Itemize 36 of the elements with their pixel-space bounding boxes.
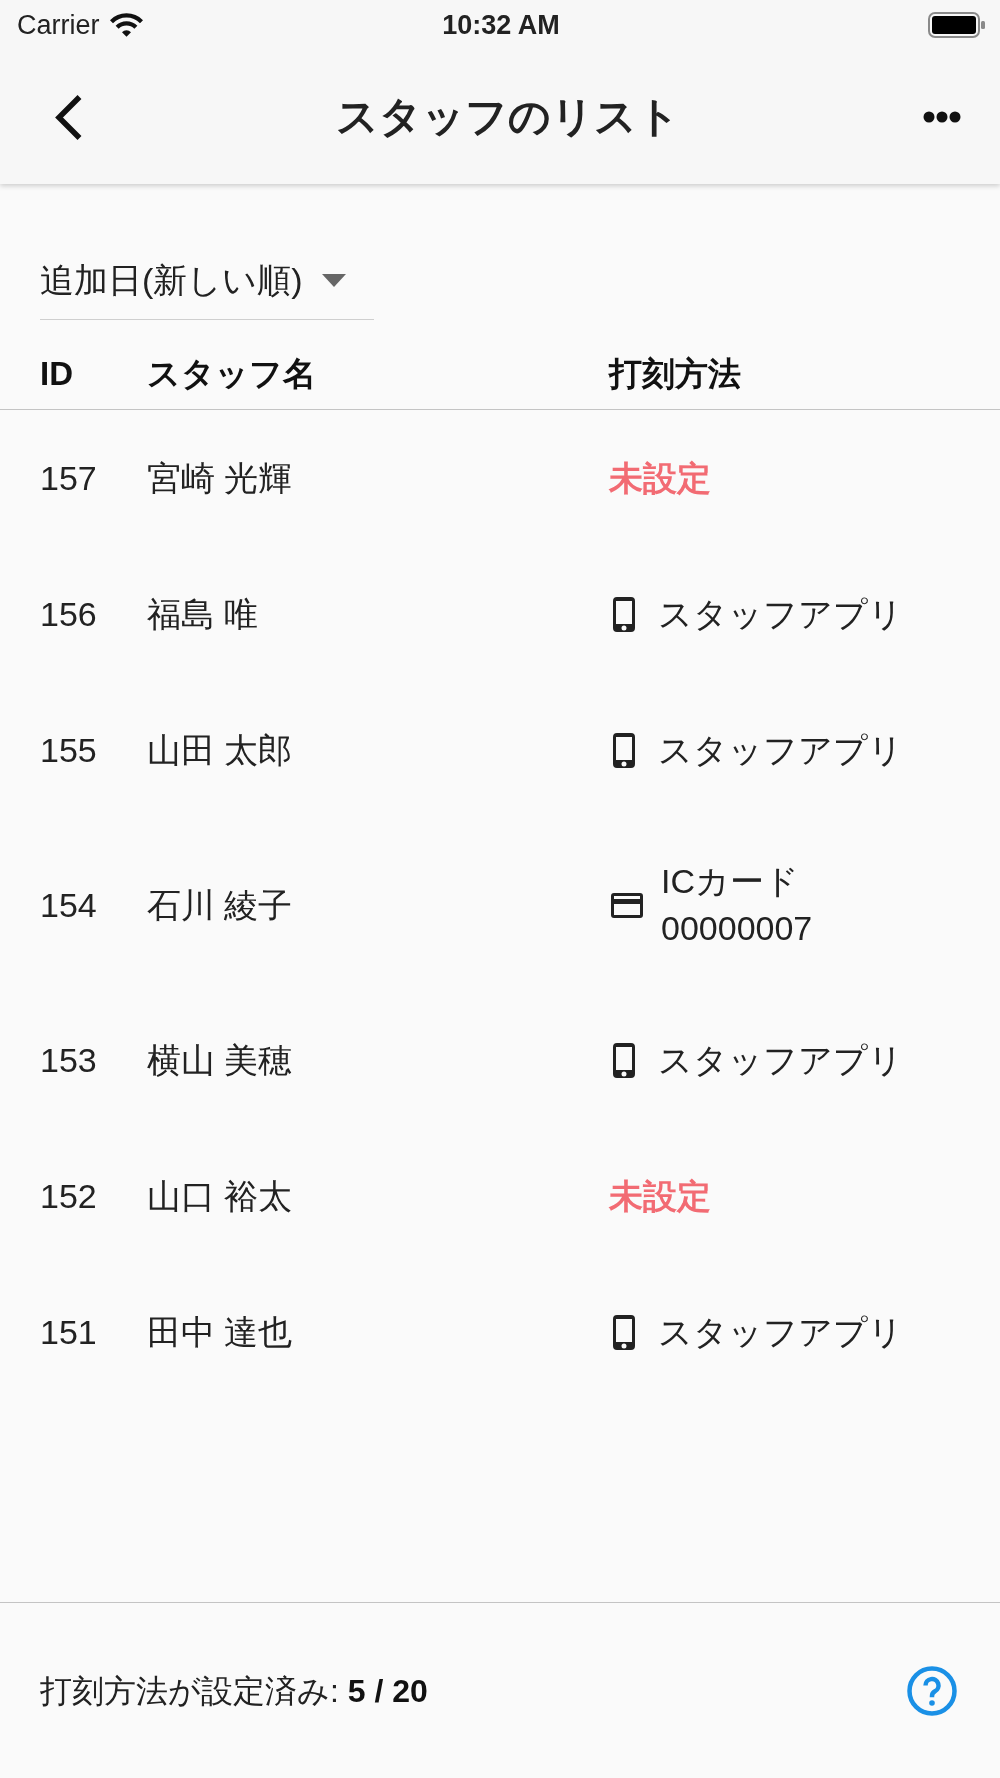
column-header: ID xyxy=(40,354,73,394)
wifi-icon xyxy=(108,12,144,38)
method-label: スタッフアプリ xyxy=(658,1312,903,1353)
status-time: 10:32 AM xyxy=(442,9,560,41)
staff-name: 宮崎 光輝 xyxy=(147,458,293,499)
summary-text: 打刻方法が設定済み: 5 / 20 xyxy=(40,1671,428,1711)
back-icon[interactable] xyxy=(54,93,83,141)
carrier-name: Carrier xyxy=(17,9,100,41)
staff-id: 155 xyxy=(40,730,97,771)
sort-dropdown[interactable]: 追加日(新しい順) xyxy=(40,260,374,320)
unset-status: 未設定 xyxy=(609,458,711,499)
staff-id: 153 xyxy=(40,1040,97,1081)
card-number: 00000007 xyxy=(661,908,813,949)
staff-name: 田中 達也 xyxy=(147,1312,293,1353)
help-icon[interactable] xyxy=(907,1665,957,1716)
battery-icon xyxy=(928,12,985,38)
column-header: 打刻方法 xyxy=(609,354,741,394)
staff-id: 156 xyxy=(40,594,97,635)
staff-id: 152 xyxy=(40,1176,97,1217)
method-label: スタッフアプリ xyxy=(658,1040,903,1081)
more-icon[interactable] xyxy=(923,111,961,123)
staff-id: 157 xyxy=(40,458,97,499)
staff-name: 横山 美穂 xyxy=(147,1040,293,1081)
method-label: ICカード xyxy=(661,861,799,902)
staff-name: 石川 綾子 xyxy=(147,885,293,926)
screen-title: スタッフのリスト xyxy=(335,92,680,142)
staff-name: 山田 太郎 xyxy=(147,730,293,771)
method-label: スタッフアプリ xyxy=(658,594,903,635)
staff-name: 福島 唯 xyxy=(147,594,259,635)
column-header: スタッフ名 xyxy=(147,354,316,394)
unset-status: 未設定 xyxy=(609,1176,711,1217)
caret-icon xyxy=(321,273,346,287)
staff-id: 151 xyxy=(40,1312,97,1353)
method-label: スタッフアプリ xyxy=(658,730,903,771)
staff-id: 154 xyxy=(40,885,97,926)
staff-name: 山口 裕太 xyxy=(147,1176,293,1217)
